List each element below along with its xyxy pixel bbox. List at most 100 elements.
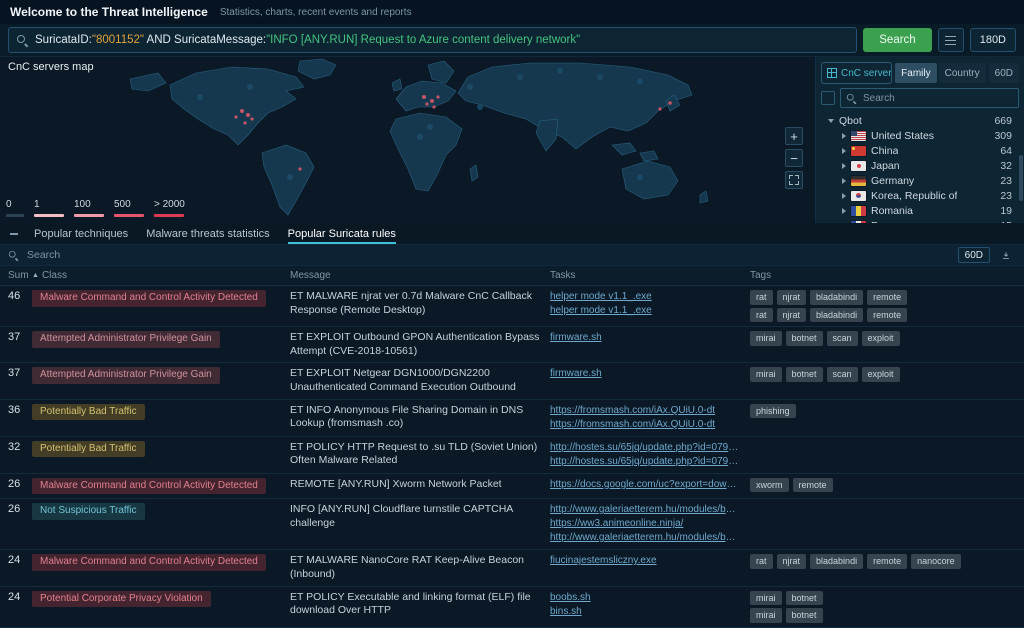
tab-popular-techniques[interactable]: Popular techniques [34, 223, 128, 244]
tag[interactable]: botnet [786, 331, 823, 346]
tag[interactable]: njrat [777, 308, 807, 323]
map-type-label: CnC servers map [841, 68, 892, 79]
chevron-down-icon [828, 119, 834, 123]
zoom-in-button[interactable]: + [785, 127, 803, 145]
legend-label: 1 [34, 199, 64, 210]
tag[interactable]: exploit [862, 367, 900, 382]
country-list: United States309China64Japan32Germany23K… [816, 128, 1024, 223]
tag[interactable]: mirai [750, 367, 782, 382]
tag[interactable]: remote [867, 554, 907, 569]
task-link[interactable]: http://hostes.su/65jq/update.php?id=0791… [550, 455, 740, 469]
saved-queries-button[interactable] [938, 28, 964, 52]
tag[interactable]: mirai [750, 591, 782, 606]
checkbox-icon[interactable] [821, 91, 835, 105]
tab-malware-threats-statistics[interactable]: Malware threats statistics [146, 223, 269, 244]
scrollbar-thumb[interactable] [1019, 155, 1023, 201]
class-badge[interactable]: Malware Command and Control Activity Det… [32, 554, 266, 571]
class-badge[interactable]: Attempted Administrator Privilege Gain [32, 367, 220, 384]
column-header-tasks[interactable]: Tasks [550, 266, 750, 285]
collapse-icon[interactable] [10, 233, 18, 235]
panel-search-field[interactable] [861, 92, 1013, 105]
task-link[interactable]: http://www.galeriaetterem.hu/modules/bab… [550, 503, 740, 517]
family-row[interactable]: Qbot 669 [816, 113, 1024, 128]
class-badge[interactable]: Potential Corporate Privacy Violation [32, 591, 211, 608]
search-button[interactable]: Search [863, 28, 931, 52]
tag[interactable]: phishing [750, 404, 796, 419]
side-tab-country[interactable]: Country [939, 63, 986, 83]
country-row[interactable]: Romania19 [816, 203, 1024, 218]
table-body: 46Malware Command and Control Activity D… [0, 286, 1024, 628]
tag[interactable]: rat [750, 308, 773, 323]
task-link[interactable]: https://ww3.animeonline.ninja/ [550, 517, 740, 531]
tag-line: rat njratbladabindi remote nanocore [750, 554, 1014, 569]
cnc-world-map[interactable]: CnC servers map [0, 57, 815, 223]
class-badge[interactable]: Potentially Bad Traffic [32, 441, 145, 458]
column-header-sum[interactable]: Sum [0, 266, 32, 285]
tag[interactable]: njrat [777, 290, 807, 305]
class-badge[interactable]: Malware Command and Control Activity Det… [32, 478, 266, 495]
fullscreen-button[interactable] [785, 171, 803, 189]
download-button[interactable] [996, 247, 1016, 263]
search-input[interactable]: SuricataID:"8001152" AND SuricataMessage… [8, 27, 857, 53]
column-header-message[interactable]: Message [290, 266, 550, 285]
task-link[interactable]: https://fromsmash.com/iAx.QUiU.0-dt [550, 404, 740, 418]
country-row[interactable]: China64 [816, 143, 1024, 158]
tag[interactable]: remote [793, 478, 833, 493]
query-part: SuricataID: [35, 34, 92, 46]
tag[interactable]: njrat [777, 554, 807, 569]
task-link[interactable]: firmware.sh [550, 367, 740, 381]
tag[interactable]: botnet [786, 367, 823, 382]
class-badge[interactable]: Not Suspicious Traffic [32, 503, 145, 520]
tag[interactable]: nanocore [911, 554, 961, 569]
task-link[interactable]: firmware.sh [550, 331, 740, 345]
class-badge[interactable]: Malware Command and Control Activity Det… [32, 290, 266, 307]
tag[interactable]: bladabindi [810, 308, 863, 323]
class-badge[interactable]: Potentially Bad Traffic [32, 404, 145, 421]
task-link[interactable]: boobs.sh [550, 591, 740, 605]
panel-search-input[interactable] [840, 88, 1019, 108]
tag[interactable]: scan [827, 331, 858, 346]
table-search-input[interactable] [25, 248, 952, 262]
country-row[interactable]: Germany23 [816, 173, 1024, 188]
chevron-right-icon [842, 148, 846, 154]
country-row[interactable]: France15 [816, 218, 1024, 223]
tag[interactable]: xworm [750, 478, 789, 493]
class-badge[interactable]: Attempted Administrator Privilege Gain [32, 331, 220, 348]
tag-line: mirai botnet scan exploit [750, 367, 1014, 382]
task-link[interactable]: bins.sh [550, 605, 740, 619]
map-type-select[interactable]: CnC servers map [821, 62, 892, 84]
table-period-60d-button[interactable]: 60D [958, 247, 990, 263]
period-180d-button[interactable]: 180D [970, 28, 1016, 52]
zoom-out-button[interactable]: − [785, 149, 803, 167]
tag[interactable]: remote [867, 308, 907, 323]
legend-item: > 2000 [154, 199, 185, 217]
column-header-tags[interactable]: Tags [750, 266, 1024, 285]
tag[interactable]: mirai [750, 608, 782, 623]
tag[interactable]: botnet [786, 591, 823, 606]
side-tab-family[interactable]: Family [895, 63, 936, 83]
task-link[interactable]: helper mode v1.1_.exe [550, 304, 740, 318]
task-link[interactable]: https://fromsmash.com/iAx.QUiU.0-dt [550, 418, 740, 432]
task-link[interactable]: helper mode v1.1_.exe [550, 290, 740, 304]
task-link[interactable]: fiucinajestemsliczny.exe [550, 554, 740, 568]
tag[interactable]: exploit [862, 331, 900, 346]
sum-value: 37 [0, 363, 32, 383]
tab-popular-suricata-rules[interactable]: Popular Suricata rules [288, 223, 396, 244]
task-link[interactable]: https://docs.google.com/uc?export=downlo… [550, 478, 740, 492]
tag[interactable]: rat [750, 290, 773, 305]
tag[interactable]: bladabindi [810, 290, 863, 305]
task-link[interactable]: http://hostes.su/65jq/update.php?id=0791… [550, 441, 740, 455]
country-row[interactable]: Korea, Republic of23 [816, 188, 1024, 203]
country-row[interactable]: United States309 [816, 128, 1024, 143]
tag[interactable]: mirai [750, 331, 782, 346]
column-header-class[interactable]: ▲Class [32, 266, 290, 285]
tag[interactable]: bladabindi [810, 554, 863, 569]
tag[interactable]: rat [750, 554, 773, 569]
task-link[interactable]: http://www.galeriaetterem.hu/modules/bab… [550, 531, 740, 545]
country-row[interactable]: Japan32 [816, 158, 1024, 173]
table-header: Sum▲ClassMessageTasksTags [0, 266, 1024, 286]
tag[interactable]: botnet [786, 608, 823, 623]
tag[interactable]: scan [827, 367, 858, 382]
tag[interactable]: remote [867, 290, 907, 305]
panel-period-60d-button[interactable]: 60D [989, 63, 1019, 83]
